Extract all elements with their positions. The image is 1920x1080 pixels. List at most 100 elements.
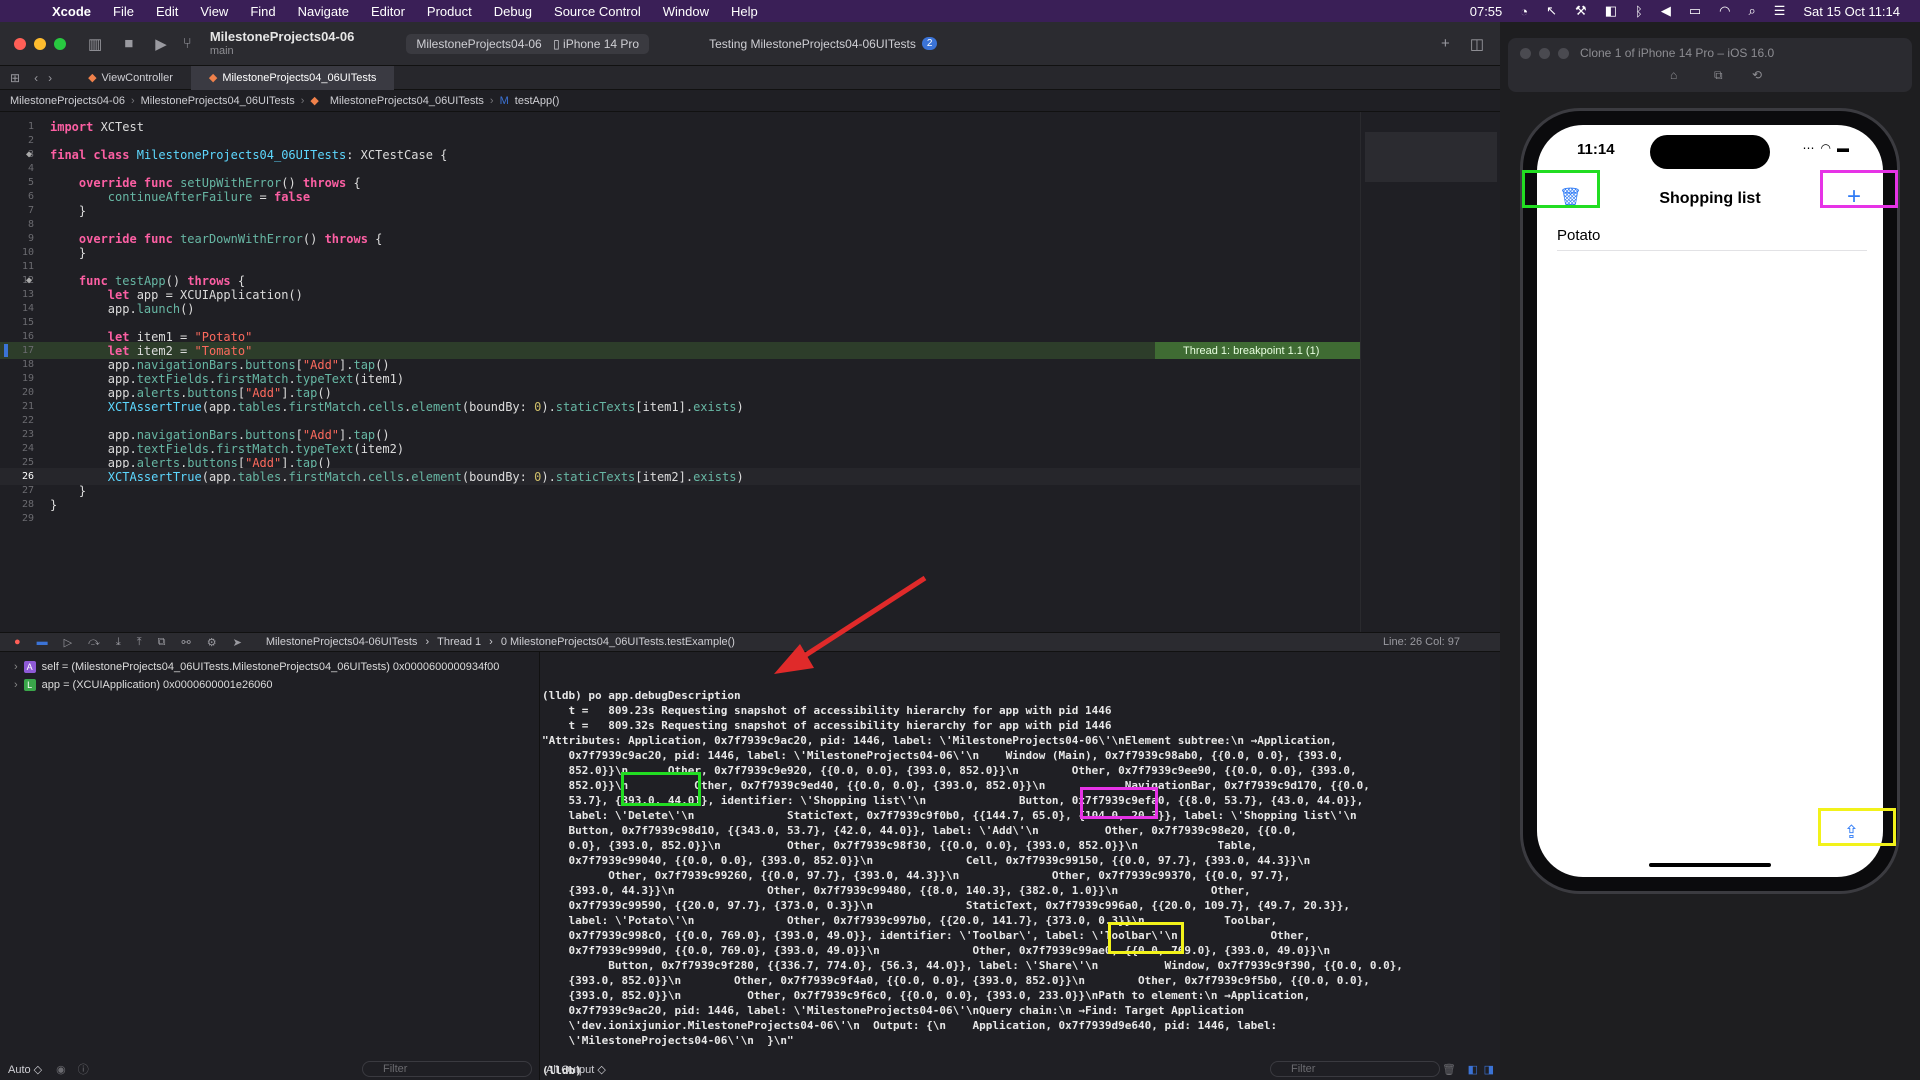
back-icon[interactable]: ‹: [34, 71, 38, 85]
menu-edit[interactable]: Edit: [156, 4, 178, 19]
project-info[interactable]: MilestoneProjects04-06 main: [210, 29, 355, 58]
eye-icon[interactable]: ◉: [56, 1063, 66, 1076]
grid-icon[interactable]: ⊞: [10, 71, 20, 85]
inspector-toggle-icon[interactable]: ◫: [1470, 35, 1484, 53]
stop-icon[interactable]: ■: [124, 35, 133, 52]
jumpbar-file[interactable]: MilestoneProjects04_06UITests: [330, 95, 484, 107]
branch-icon: ⑂: [182, 35, 192, 52]
xcode-window: ▥ ■ ▶ ⑂ MilestoneProjects04-06 main Mile…: [0, 22, 1500, 1080]
menu-find[interactable]: Find: [250, 4, 275, 19]
menu-window[interactable]: Window: [663, 4, 709, 19]
rotate-icon[interactable]: ⟲: [1752, 68, 1762, 82]
menu-help[interactable]: Help: [731, 4, 758, 19]
sim-zoom-button[interactable]: [1558, 48, 1569, 59]
jumpbar-group[interactable]: MilestoneProjects04_06UITests: [141, 95, 295, 107]
test-diamond-icon[interactable]: ◆: [26, 275, 32, 286]
minimize-window-button[interactable]: [34, 37, 46, 50]
zoom-window-button[interactable]: [54, 37, 66, 50]
volume-icon[interactable]: ◀: [1661, 3, 1671, 19]
home-indicator[interactable]: [1649, 863, 1771, 867]
split-view-right-icon[interactable]: ◨: [1484, 1063, 1494, 1076]
run-icon[interactable]: ▶: [155, 35, 167, 53]
menu-file[interactable]: File: [113, 4, 134, 19]
forward-icon[interactable]: ›: [48, 71, 52, 85]
navigator-toggle-icon[interactable]: ▥: [88, 35, 102, 53]
phone-status-icons: ⋯ ◠ ▬: [1803, 141, 1849, 155]
variable-row[interactable]: › A self = (MilestoneProjects04_06UITest…: [0, 658, 539, 676]
simulator-title: Clone 1 of iPhone 14 Pro – iOS 16.0: [1580, 46, 1775, 60]
home-icon[interactable]: ⌂: [1670, 68, 1677, 82]
step-over-icon[interactable]: ⤼: [88, 636, 100, 649]
tab-uitests[interactable]: ◆ MilestoneProjects04_06UITests: [190, 65, 395, 90]
view-hierarchy-icon[interactable]: ⧉: [158, 636, 166, 649]
menu-product[interactable]: Product: [427, 4, 472, 19]
control-center-icon[interactable]: ☰: [1774, 3, 1786, 19]
tab-viewcontroller[interactable]: ◆ ViewController: [70, 66, 191, 90]
battery-icon[interactable]: ▭: [1689, 3, 1701, 19]
hide-debug-area-icon[interactable]: ●: [14, 636, 21, 649]
console-line: 53.7}, {393.0, 44.0}}, identifier: \'Sho…: [542, 794, 1364, 807]
console-filter-input[interactable]: Filter: [1270, 1061, 1440, 1077]
menu-source-control[interactable]: Source Control: [554, 4, 641, 19]
add-button-plus-icon[interactable]: +: [1847, 183, 1861, 211]
list-item[interactable]: Potato: [1557, 221, 1867, 251]
scheme-selector[interactable]: MilestoneProjects04-06 ▯ iPhone 14 Pro: [406, 33, 650, 54]
debug-crumb-thread[interactable]: Thread 1: [437, 636, 481, 648]
console-line: Other, 0x7f7939c99260, {{0.0, 97.7}, {39…: [542, 869, 1291, 882]
variable-row[interactable]: › L app = (XCUIApplication) 0x0000600001…: [0, 676, 539, 694]
info-icon[interactable]: ⓘ: [78, 1061, 89, 1077]
menubar-date[interactable]: Sat 15 Oct 11:14: [1803, 4, 1900, 19]
breakpoint-marker-icon[interactable]: [4, 344, 8, 357]
debug-crumb-frame[interactable]: 0 MilestoneProjects04_06UITests.testExam…: [501, 636, 735, 648]
console-line: 0x7f7939c999d0, {{0.0, 769.0}, {393.0, 4…: [542, 944, 1331, 957]
console-line: 0x7f7939c9ac20, pid: 1446, label: \'Mile…: [542, 749, 1344, 762]
debug-crumb-target[interactable]: MilestoneProjects04-06UITests: [266, 636, 418, 648]
close-window-button[interactable]: [14, 37, 26, 50]
menu-view[interactable]: View: [200, 4, 228, 19]
console[interactable]: (lldb) \'MilestoneProjects04-06\'\n }\n"…: [540, 652, 1500, 1080]
trash-icon[interactable]: 🗑: [1442, 1063, 1456, 1076]
variables-filter-input[interactable]: Filter: [362, 1061, 532, 1077]
status-text: Testing MilestoneProjects04-06UITests: [709, 36, 916, 51]
tab-label: ViewController: [101, 71, 173, 84]
minimap[interactable]: [1360, 112, 1500, 632]
memory-graph-icon[interactable]: ⚯: [182, 636, 191, 649]
add-icon[interactable]: +: [1441, 35, 1450, 52]
cursor-icon[interactable]: ↖: [1546, 3, 1557, 19]
step-out-icon[interactable]: ⤒: [137, 636, 142, 649]
jumpbar-project[interactable]: MilestoneProjects04-06: [10, 95, 125, 107]
minimap-thumb[interactable]: [1365, 132, 1497, 182]
timer-icon[interactable]: ◔: [1520, 4, 1528, 19]
continue-icon[interactable]: ▷: [64, 636, 72, 649]
breakpoints-toggle-icon[interactable]: ▬: [37, 636, 48, 649]
wifi-icon[interactable]: ◠: [1719, 3, 1730, 19]
split-view-icon[interactable]: ◧: [1468, 1063, 1478, 1076]
status-badge[interactable]: 2: [921, 37, 938, 50]
test-diamond-icon[interactable]: ◆: [26, 149, 32, 160]
bluetooth-icon[interactable]: ᛒ: [1635, 4, 1643, 19]
menu-navigate[interactable]: Navigate: [298, 4, 349, 19]
hammer-icon[interactable]: ⚒: [1575, 3, 1587, 19]
environment-icon[interactable]: ⚙: [207, 636, 217, 649]
wifi-icon: ◠: [1820, 141, 1831, 155]
sim-close-button[interactable]: [1520, 48, 1531, 59]
variables-mode-select[interactable]: Auto ◇: [8, 1063, 42, 1076]
menu-editor[interactable]: Editor: [371, 4, 405, 19]
share-button-icon[interactable]: ⇪: [1844, 822, 1859, 843]
step-into-icon[interactable]: ⤓: [116, 636, 121, 649]
console-line: \'MilestoneProjects04-06\'\n }\n": [542, 1034, 794, 1047]
menu-debug[interactable]: Debug: [494, 4, 532, 19]
sidebar-icon[interactable]: ◧: [1605, 3, 1617, 19]
screenshot-icon[interactable]: ⧉: [1714, 68, 1723, 83]
disclosure-icon[interactable]: ›: [14, 661, 18, 673]
source-editor[interactable]: 1 import XCTest 2 3 final class MilestoneP…: [0, 112, 1360, 632]
location-icon[interactable]: ➤: [233, 636, 242, 649]
output-mode-select[interactable]: All Output ◇: [546, 1063, 606, 1076]
menu-xcode[interactable]: Xcode: [52, 4, 91, 19]
search-icon[interactable]: ⌕: [1748, 3, 1755, 19]
swift-file-icon: ◆: [310, 95, 319, 107]
dynamic-island: [1650, 135, 1770, 169]
sim-minimize-button[interactable]: [1539, 48, 1550, 59]
disclosure-icon[interactable]: ›: [14, 679, 18, 691]
jumpbar-method[interactable]: testApp(): [515, 95, 560, 107]
